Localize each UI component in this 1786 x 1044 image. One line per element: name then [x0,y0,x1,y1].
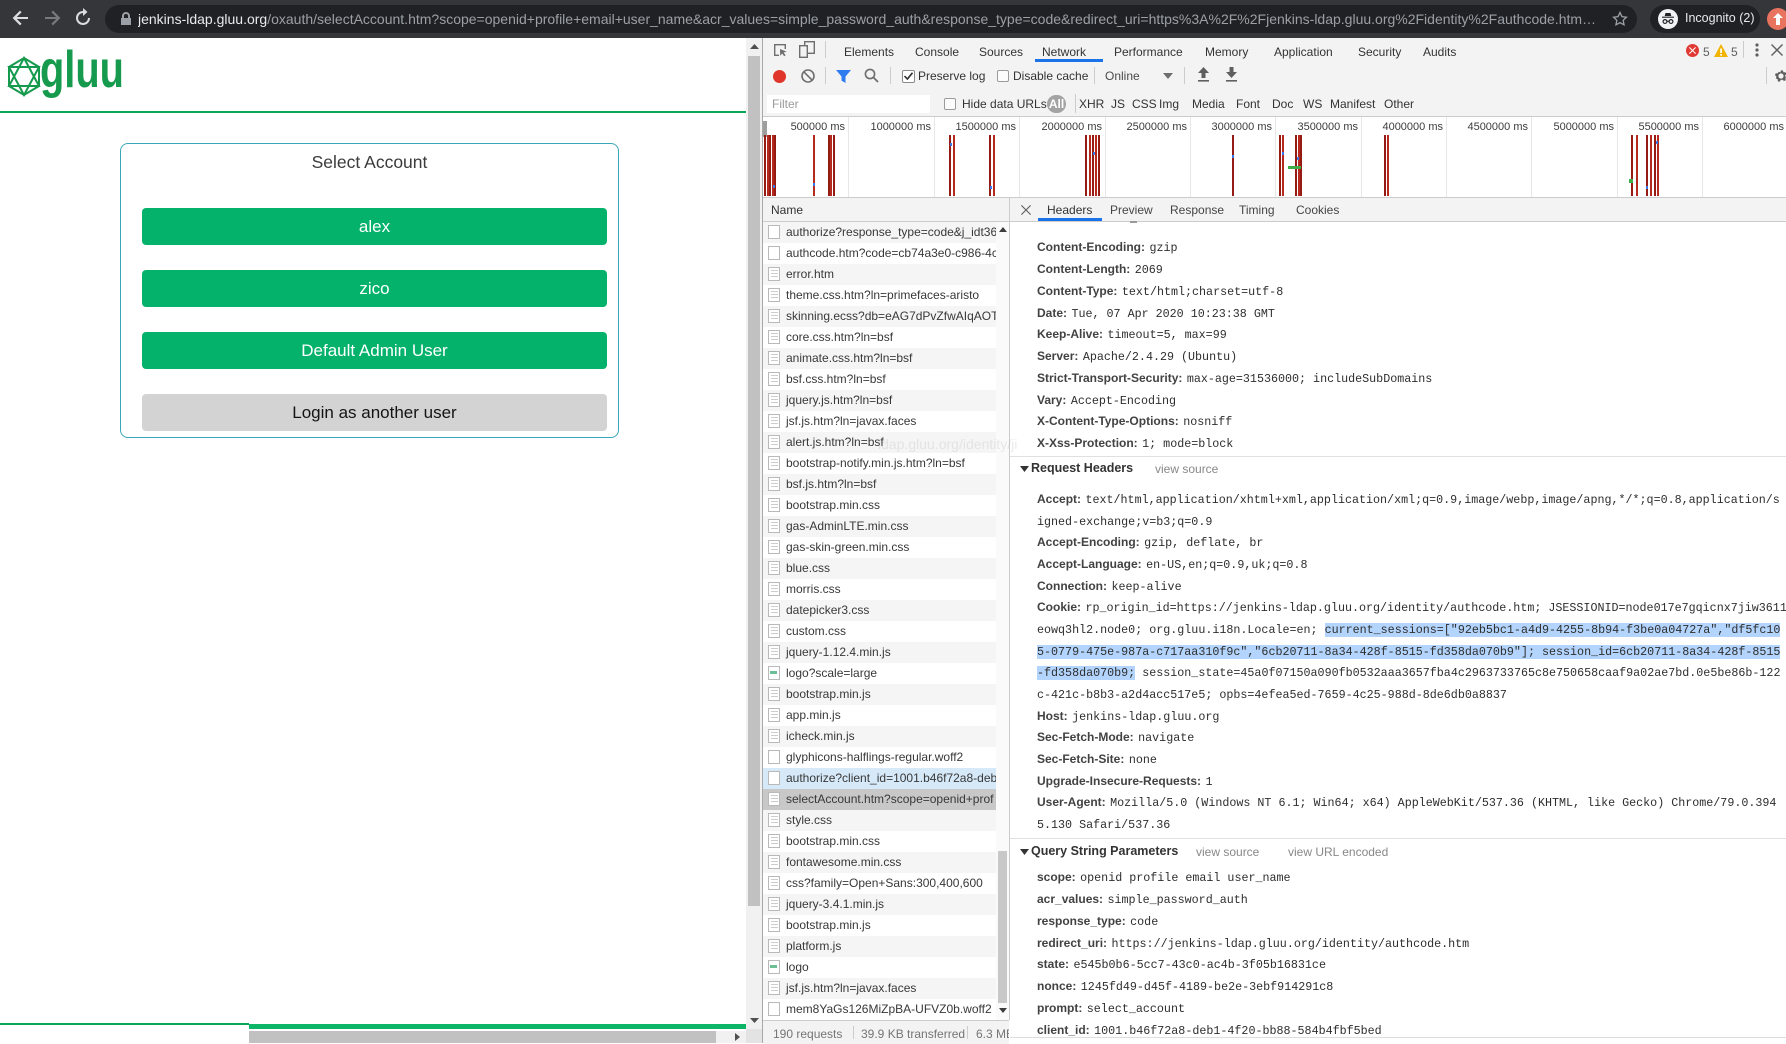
svg-text:gluu: gluu [40,43,124,99]
